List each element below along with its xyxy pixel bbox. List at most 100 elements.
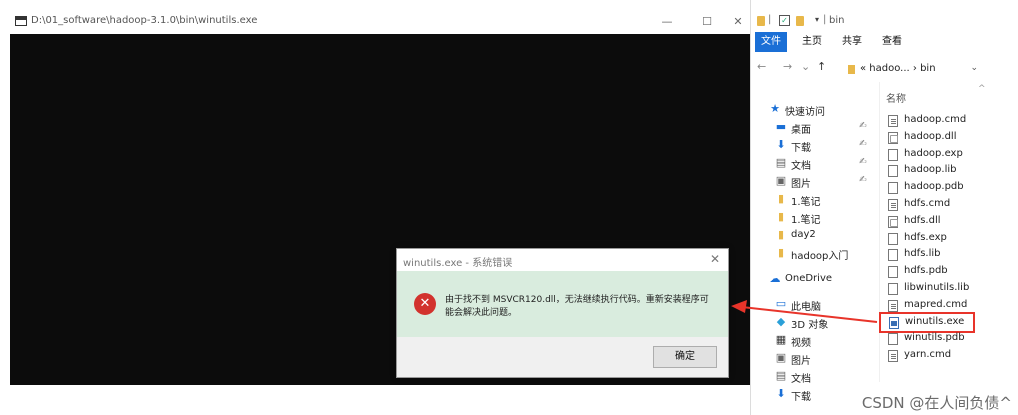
error-message: 由于找不到 MSVCR120.dll，无法继续执行代码。重新安装程序可能会解决此… bbox=[445, 295, 709, 318]
file-item[interactable]: yarn.cmd bbox=[880, 347, 992, 364]
file-list: 名称 ^ hadoop.cmd hadoop.dll hadoop.exp hadoo… bbox=[879, 82, 991, 382]
address-dropdown-icon[interactable]: ⌄ bbox=[970, 63, 978, 73]
file-icon bbox=[888, 333, 898, 346]
maximize-button[interactable]: ☐ bbox=[690, 10, 724, 34]
tab-view[interactable]: 查看 bbox=[875, 32, 909, 52]
sidebar-item-label: OneDrive bbox=[785, 273, 833, 284]
pin-icon[interactable]: ✍ bbox=[859, 175, 867, 185]
sidebar-item[interactable]: ▦ 视频 bbox=[751, 331, 875, 350]
sidebar-item-label: 视频 bbox=[791, 338, 811, 349]
folder-icon: ▮ bbox=[777, 246, 785, 259]
sidebar-item[interactable]: ★ 快速访问 bbox=[751, 100, 875, 119]
file-name: hdfs.exp bbox=[904, 231, 947, 243]
pin-icon[interactable]: ✍ bbox=[859, 157, 867, 167]
ok-button[interactable]: 确定 bbox=[653, 346, 717, 368]
column-header-name[interactable]: 名称 bbox=[886, 90, 906, 105]
tab-share[interactable]: 共享 bbox=[835, 32, 869, 52]
file-item[interactable]: winutils.exe bbox=[879, 311, 975, 333]
sidebar-item-label: 下载 bbox=[791, 392, 811, 403]
file-icon bbox=[888, 148, 898, 161]
cloud-icon: ☁ bbox=[769, 272, 781, 285]
pin-icon[interactable]: ✍ bbox=[859, 121, 867, 131]
document-icon: ▤ bbox=[775, 156, 787, 169]
sort-ascending-icon: ^ bbox=[978, 84, 986, 94]
sidebar-item[interactable]: ▭ 此电脑 bbox=[751, 295, 875, 314]
file-item[interactable]: hdfs.exp bbox=[880, 230, 992, 247]
file-item[interactable]: hadoop.pdb bbox=[880, 179, 992, 196]
dialog-titlebar[interactable]: winutils.exe - 系统错误 ✕ bbox=[397, 249, 728, 271]
folder-icon bbox=[757, 16, 765, 26]
recent-locations-icon[interactable]: ⌄ bbox=[801, 60, 810, 73]
file-name: hadoop.lib bbox=[904, 164, 957, 176]
file-icon bbox=[888, 215, 898, 228]
minimize-button[interactable]: — bbox=[650, 10, 684, 34]
properties-icon[interactable]: ✓ bbox=[779, 15, 790, 26]
sidebar-item-label: 1.笔记 bbox=[791, 197, 821, 208]
sidebar-item[interactable]: ▣ 图片 ✍ bbox=[751, 172, 875, 191]
up-folder-icon[interactable]: ↑ bbox=[817, 60, 826, 73]
desktop-icon: ▬ bbox=[775, 120, 787, 133]
sidebar-item-label: 图片 bbox=[791, 179, 811, 190]
file-item[interactable]: hadoop.lib bbox=[880, 162, 992, 179]
download-icon: ⬇ bbox=[776, 387, 786, 400]
file-item[interactable]: hadoop.dll bbox=[880, 129, 992, 146]
sidebar-item[interactable]: ⬇ 下载 bbox=[751, 385, 875, 404]
file-name: hadoop.dll bbox=[904, 130, 957, 142]
sidebar-item-label: 3D 对象 bbox=[791, 320, 829, 331]
sidebar-item[interactable]: ▤ 文档 ✍ bbox=[751, 154, 875, 173]
forward-icon[interactable]: → bbox=[783, 60, 792, 73]
sidebar-item[interactable]: ◆ 3D 对象 bbox=[751, 313, 875, 332]
sidebar-item[interactable]: ▮ hadoop入门 bbox=[751, 244, 875, 263]
file-name: hadoop.cmd bbox=[904, 114, 967, 125]
folder-icon bbox=[848, 65, 855, 74]
address-breadcrumb[interactable]: « hadoo... › bin bbox=[860, 63, 936, 74]
sidebar-item-label: 此电脑 bbox=[791, 302, 821, 313]
sidebar-item[interactable]: ▮ 1.笔记 bbox=[751, 190, 875, 209]
dialog-close-icon[interactable]: ✕ bbox=[710, 252, 720, 266]
sidebar-item[interactable]: ▤ 文档 bbox=[751, 367, 875, 386]
file-item[interactable]: hdfs.lib bbox=[880, 246, 992, 263]
sidebar-item[interactable]: ⬇ 下载 ✍ bbox=[751, 136, 875, 155]
explorer-titlebar[interactable]: | ✓ ▾ | bin bbox=[751, 10, 991, 32]
quick-access-toolbar-dropdown-icon[interactable]: ▾ bbox=[815, 15, 819, 24]
download-icon: ⬇ bbox=[776, 138, 786, 151]
file-item[interactable]: libwinutils.lib bbox=[880, 280, 992, 297]
console-titlebar[interactable]: D:\01_software\hadoop-3.1.0\bin\winutils… bbox=[10, 10, 750, 34]
pin-icon[interactable]: ✍ bbox=[859, 139, 867, 149]
sidebar-item-label: 1.笔记 bbox=[791, 215, 821, 226]
sidebar-item-label: 下载 bbox=[791, 143, 811, 154]
file-item[interactable]: winutils.pdb bbox=[880, 330, 992, 347]
file-item[interactable]: hdfs.cmd bbox=[880, 196, 992, 213]
executable-file-icon bbox=[889, 316, 899, 329]
document-icon: ▤ bbox=[775, 369, 787, 382]
new-folder-icon[interactable] bbox=[796, 16, 804, 26]
address-bar-row: ← → ⌄ ↑ « hadoo... › bin ⌄ bbox=[751, 56, 991, 82]
file-item[interactable]: hdfs.dll bbox=[880, 213, 992, 230]
dialog-title: winutils.exe - 系统错误 bbox=[403, 258, 513, 269]
file-item[interactable]: mapred.cmd bbox=[880, 297, 992, 314]
navigation-pane: ★ 快速访问 ▬ 桌面 ✍ ⬇ 下载 ✍ ▤ 文档 ✍ ▣ 图片 ✍ ▮ 1.笔记 ▮ 1.笔记 ▮ day2 ▮ had… bbox=[751, 90, 875, 415]
tab-home[interactable]: 主页 bbox=[795, 32, 829, 52]
file-item[interactable]: hdfs.pdb bbox=[880, 263, 992, 280]
video-icon: ▦ bbox=[775, 333, 787, 346]
file-name: winutils.pdb bbox=[904, 332, 965, 344]
file-item[interactable]: hadoop.exp bbox=[880, 146, 992, 163]
file-icon bbox=[888, 283, 898, 295]
console-app-icon bbox=[15, 16, 27, 26]
address-bar[interactable]: « hadoo... › bin ⌄ bbox=[843, 58, 989, 80]
sidebar-item[interactable]: ▬ 桌面 ✍ bbox=[751, 118, 875, 137]
picture-icon: ▣ bbox=[775, 351, 787, 364]
folder-icon: ▮ bbox=[777, 192, 785, 205]
tab-file[interactable]: 文件 bbox=[755, 32, 787, 52]
file-name: hdfs.dll bbox=[904, 214, 941, 226]
file-name: winutils.exe bbox=[905, 315, 965, 327]
file-name: yarn.cmd bbox=[904, 349, 952, 361]
sidebar-item-label: 桌面 bbox=[791, 125, 811, 136]
sidebar-item[interactable]: ▮ 1.笔记 bbox=[751, 208, 875, 227]
sidebar-item[interactable]: ▮ day2 bbox=[751, 226, 875, 244]
sidebar-item[interactable]: ☁ OneDrive bbox=[751, 270, 875, 288]
sidebar-item[interactable]: ▣ 图片 bbox=[751, 349, 875, 368]
file-item[interactable]: hadoop.cmd bbox=[880, 112, 992, 129]
back-icon[interactable]: ← bbox=[757, 60, 766, 73]
close-button[interactable]: ✕ bbox=[726, 10, 750, 34]
